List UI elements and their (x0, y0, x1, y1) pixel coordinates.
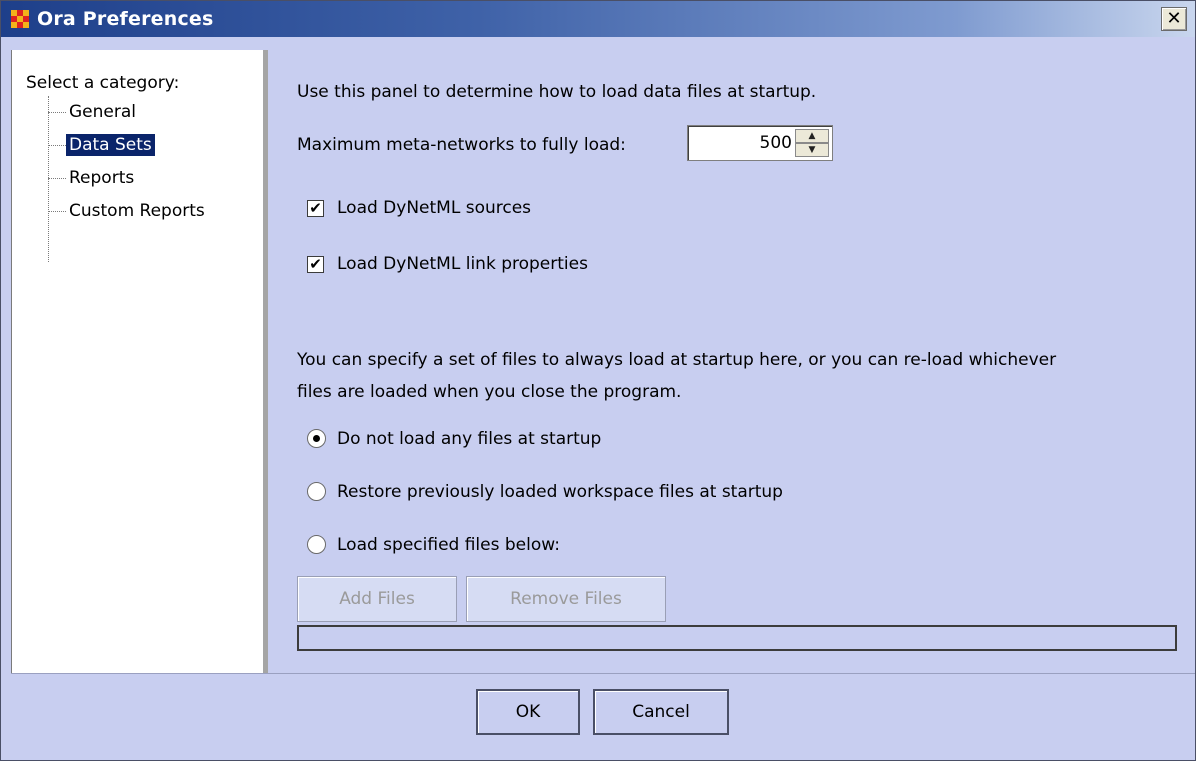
radio-no-load[interactable] (307, 429, 326, 448)
radio-restore-workspace-label: Restore previously loaded workspace file… (337, 482, 783, 502)
close-button[interactable]: ✕ (1161, 7, 1187, 31)
window-title: Ora Preferences (37, 8, 214, 30)
startup-description-line1: You can specify a set of files to always… (297, 350, 1057, 370)
ora-app-icon (11, 10, 29, 28)
close-icon: ✕ (1166, 8, 1182, 29)
footer-divider (11, 673, 1195, 674)
radio-restore-workspace[interactable] (307, 482, 326, 501)
radio-load-specified-label: Load specified files below: (337, 535, 560, 555)
preferences-dialog: Ora Preferences ✕ Select a category: Gen… (0, 0, 1196, 761)
remove-files-button[interactable]: Remove Files (466, 576, 666, 622)
category-tree: Select a category: General Data Sets Rep… (11, 50, 268, 673)
tree-item-custom-reports[interactable]: Custom Reports (66, 200, 208, 222)
max-meta-networks-spinner[interactable]: 500 ▲ ▼ (687, 125, 833, 161)
tree-item-data-sets[interactable]: Data Sets (66, 134, 155, 156)
load-dynetml-sources-label: Load DyNetML sources (337, 198, 532, 218)
spinner-up-icon[interactable]: ▲ (795, 129, 829, 143)
tree-connector (48, 96, 49, 262)
radio-no-load-label: Do not load any files at startup (337, 429, 602, 449)
radio-load-specified[interactable] (307, 535, 326, 554)
load-dynetml-sources-checkbox[interactable]: ✔ (307, 200, 324, 217)
load-dynetml-link-properties-label: Load DyNetML link properties (337, 254, 588, 274)
cancel-button[interactable]: Cancel (593, 689, 729, 735)
title-bar[interactable]: Ora Preferences ✕ (1, 1, 1195, 37)
startup-description-line2: files are loaded when you close the prog… (297, 382, 682, 402)
tree-item-reports[interactable]: Reports (66, 167, 137, 189)
panel-intro: Use this panel to determine how to load … (297, 82, 817, 102)
tree-item-general[interactable]: General (66, 101, 139, 123)
max-meta-networks-value[interactable]: 500 (760, 133, 792, 153)
load-dynetml-link-properties-checkbox[interactable]: ✔ (307, 256, 324, 273)
specified-files-list[interactable] (297, 625, 1177, 651)
max-meta-networks-label: Maximum meta-networks to fully load: (297, 135, 626, 155)
tree-header: Select a category: (26, 73, 180, 93)
data-sets-panel: Use this panel to determine how to load … (273, 50, 1195, 673)
ok-button[interactable]: OK (476, 689, 580, 735)
spinner-down-icon[interactable]: ▼ (795, 143, 829, 157)
add-files-button[interactable]: Add Files (297, 576, 457, 622)
